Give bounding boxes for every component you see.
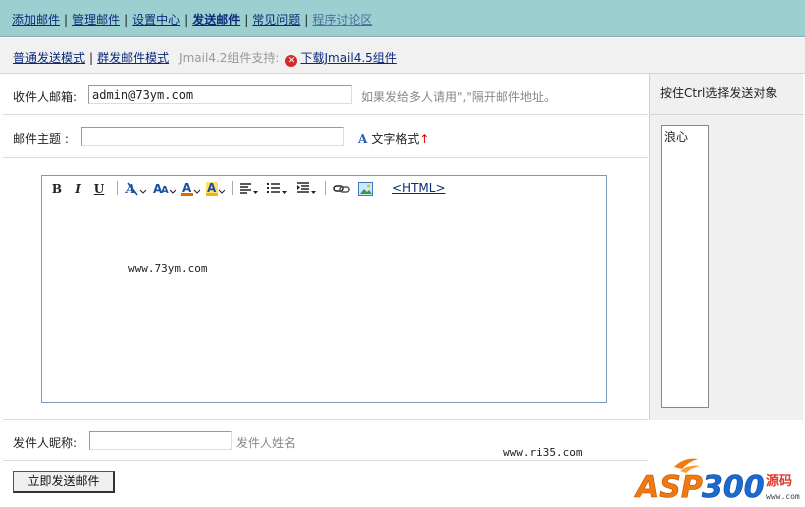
svg-text:ASP: ASP: [634, 470, 703, 505]
nav-separator: |: [184, 13, 189, 27]
recipient-select-title: 按住Ctrl选择发送对象: [660, 86, 778, 100]
row-divider: [3, 114, 648, 115]
font-a-icon: A: [358, 132, 368, 146]
toolbar-separator: [117, 181, 118, 195]
arrow-up-icon: ↑: [419, 132, 430, 146]
nav-separator: |: [124, 13, 129, 27]
remove-format-icon[interactable]: A: [125, 181, 147, 197]
sender-nickname-input[interactable]: [89, 431, 232, 450]
nav-separator: |: [244, 13, 249, 27]
recipient-hint: 如果发给多人请用","隔开邮件地址。: [361, 90, 556, 104]
svg-text:A: A: [125, 182, 135, 196]
align-icon[interactable]: [239, 181, 259, 197]
top-nav: 添加邮件 | 管理邮件 | 设置中心 | 发送邮件 | 常见问题 | 程序讨论区: [0, 0, 805, 37]
row-divider: [3, 419, 648, 420]
highlight-color-icon[interactable]: A: [205, 181, 226, 197]
nav-settings[interactable]: 设置中心: [132, 13, 180, 27]
row-divider: [3, 157, 648, 158]
svg-text:A: A: [207, 181, 217, 195]
recipient-input[interactable]: [88, 85, 352, 104]
font-color-icon[interactable]: A: [180, 181, 201, 197]
top-nav-links: 添加邮件 | 管理邮件 | 设置中心 | 发送邮件 | 常见问题 | 程序讨论区: [12, 11, 372, 28]
link-icon[interactable]: [333, 181, 351, 197]
bullet-list-icon[interactable]: [266, 181, 288, 197]
editor-body-text[interactable]: www.73ym.com: [128, 262, 207, 275]
recipient-select-panel: 按住Ctrl选择发送对象 浪心: [649, 74, 804, 420]
svg-text:A: A: [161, 185, 169, 196]
subject-input[interactable]: [81, 127, 344, 146]
indent-icon[interactable]: [296, 181, 318, 197]
download-jmail-link[interactable]: 下载Jmail4.5组件: [300, 51, 396, 65]
nav-faq[interactable]: 常见问题: [252, 13, 300, 27]
image-icon[interactable]: [357, 181, 375, 197]
svg-text:300: 300: [702, 470, 765, 505]
underline-button[interactable]: U: [92, 181, 106, 197]
nav-separator: |: [64, 13, 69, 27]
subject-label: 邮件主题 :: [13, 132, 69, 146]
svg-text:A: A: [182, 181, 192, 195]
nav-manage-mail[interactable]: 管理邮件: [72, 13, 120, 27]
text-format-label: 文字格式: [371, 132, 420, 146]
recipient-label: 收件人邮箱:: [13, 90, 78, 104]
sender-label: 发件人昵称:: [13, 436, 78, 450]
send-mail-button[interactable]: 立即发送邮件: [13, 471, 115, 493]
svg-text:www.com: www.com: [766, 492, 800, 501]
nav-separator: |: [304, 13, 309, 27]
recipient-listbox[interactable]: 浪心: [661, 125, 709, 408]
html-mode-toggle[interactable]: <HTML>: [392, 181, 446, 195]
asp300-logo: ASP 300 源码 www.com: [634, 455, 804, 505]
font-size-icon[interactable]: AA: [152, 181, 177, 197]
mode-bar: 普通发送模式 | 群发邮件模式 Jmail4.2组件支持: ✕ 下载Jmail4.5组件: [0, 38, 805, 74]
mode-bar-row: 普通发送模式 | 群发邮件模式 Jmail4.2组件支持: ✕ 下载Jmail4.5组件: [13, 49, 397, 67]
italic-button[interactable]: I: [71, 181, 85, 197]
rich-text-editor[interactable]: B I U A AA A A <HTML> www.73ym.com: [41, 175, 607, 403]
nav-forum[interactable]: 程序讨论区: [312, 13, 372, 27]
row-divider: [3, 460, 648, 461]
close-circle-icon: ✕: [285, 55, 298, 67]
panel-divider: [650, 114, 804, 115]
mode-separator: |: [89, 51, 94, 65]
list-item[interactable]: 浪心: [662, 126, 708, 147]
site-watermark: www.ri35.com: [503, 446, 583, 459]
group-mode-link[interactable]: 群发邮件模式: [97, 51, 169, 65]
bold-button[interactable]: B: [50, 181, 64, 197]
jmail-support-text: Jmail4.2组件支持:: [179, 51, 280, 65]
toolbar-separator: [325, 181, 326, 195]
svg-text:源码: 源码: [766, 473, 792, 489]
sender-hint: 发件人姓名: [236, 436, 297, 450]
text-format-button[interactable]: A 文字格式↑: [358, 130, 429, 147]
editor-toolbar: B I U A AA A A <HTML>: [43, 177, 605, 199]
toolbar-separator: [232, 181, 233, 195]
normal-mode-link[interactable]: 普通发送模式: [13, 51, 85, 65]
nav-send-mail[interactable]: 发送邮件: [192, 13, 240, 27]
nav-add-mail[interactable]: 添加邮件: [12, 13, 60, 27]
